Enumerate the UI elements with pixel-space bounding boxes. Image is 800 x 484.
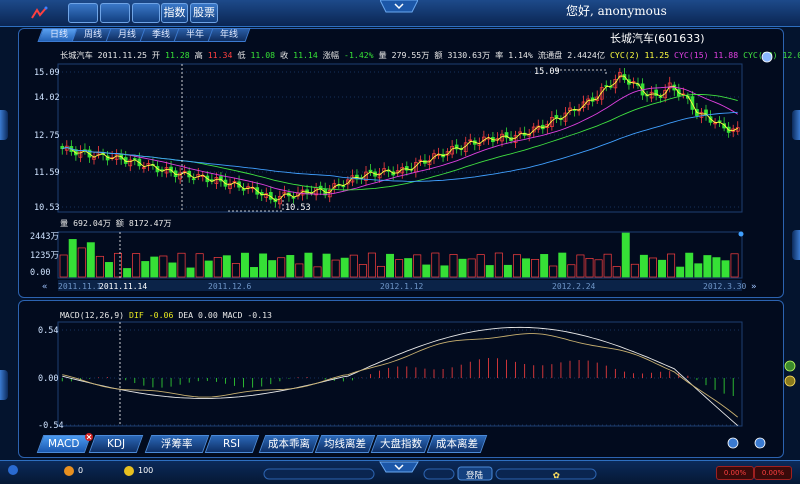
info-segment-1: DIF -0.06 (129, 310, 173, 320)
tab-cost-bias[interactable]: 成本乖离 (258, 435, 320, 453)
status-slider-left[interactable] (263, 468, 375, 480)
tab-kdj[interactable]: KDJ (88, 435, 144, 453)
dif-line (62, 326, 738, 426)
index-change-2: 0.00% (754, 466, 792, 480)
points-icon (124, 466, 134, 476)
macd-tick-label: 0.54 (38, 326, 58, 336)
info-segment-2: DEA 0.00 MACD -0.13 (173, 310, 272, 320)
dragon-icon: ✿ (553, 468, 560, 481)
macd-chart: MACD(12,26,9) DIF -0.06 DEA 0.00 MACD -0… (38, 310, 796, 449)
tab-rsi[interactable]: RSI (204, 435, 260, 453)
index-change-1: 0.00% (716, 466, 754, 480)
status-slider-right[interactable] (495, 468, 597, 480)
info-segment-0: MACD(12,26,9) (60, 310, 129, 320)
tab-cost-divergence[interactable]: 成本离差 (426, 435, 488, 453)
user-icon[interactable] (8, 465, 18, 475)
coin-icon (64, 466, 74, 476)
coins-count: 0 (78, 466, 84, 475)
close-icon[interactable] (84, 432, 94, 442)
tab-chip-rate[interactable]: 浮筹率 (144, 435, 210, 453)
status-bar-graphics: ✿ ≡ (8, 461, 786, 481)
macd-tick-label: -0.54 (38, 421, 64, 431)
points-count: 100 (138, 466, 154, 475)
macd-histogram (61, 358, 734, 396)
macd-tick-label: 0.00 (38, 374, 58, 384)
dea-line (62, 333, 738, 418)
macd-lines (62, 326, 738, 426)
collapse-bottom-icon[interactable] (379, 461, 419, 473)
login-button[interactable]: 登陆 (466, 469, 483, 481)
m-toggle-icon[interactable] (784, 360, 796, 372)
tab-ma-divergence[interactable]: 均线离差 (314, 435, 376, 453)
status-slider-mid[interactable] (423, 468, 455, 480)
macd-plot-area (57, 321, 743, 427)
zoom-in-icon[interactable] (727, 437, 739, 449)
tab-market-index[interactable]: 大盘指数 (370, 435, 432, 453)
k-toggle-icon[interactable] (784, 375, 796, 387)
macd-info-line: MACD(12,26,9) DIF -0.06 DEA 0.00 MACD -0… (60, 310, 272, 320)
zoom-out-icon[interactable] (754, 437, 766, 449)
